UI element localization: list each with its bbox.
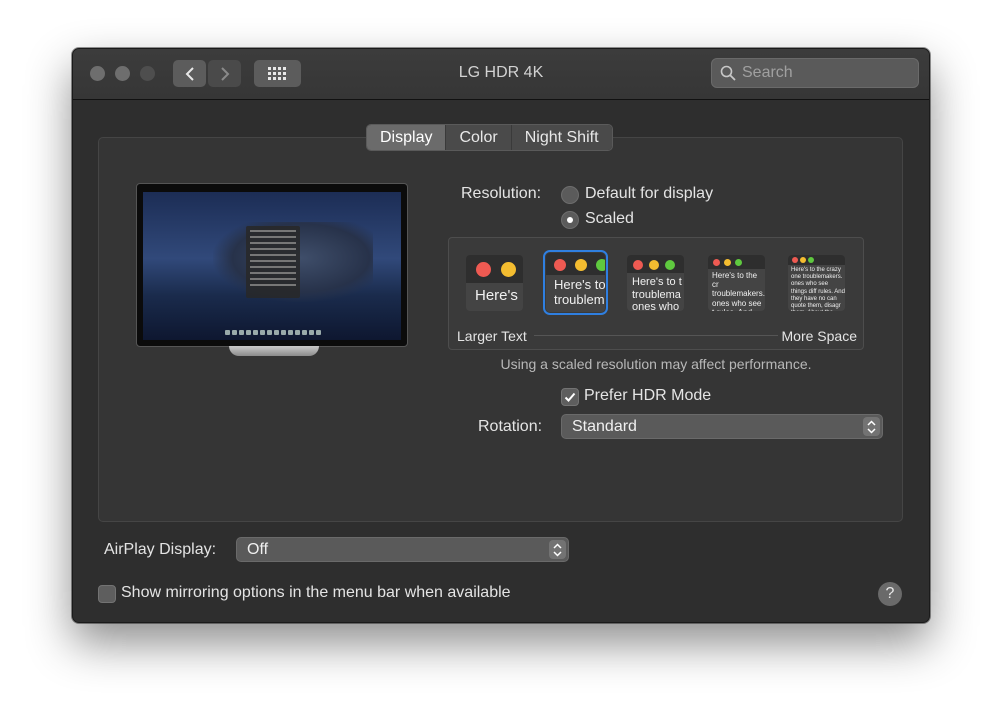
desktop-wallpaper [143,192,401,340]
search-field[interactable] [711,58,919,88]
monitor-preview-image [136,183,408,347]
scale-preview-text: Here's to t troublema ones who [632,276,682,310]
airplay-display-value: Off [247,541,269,558]
show-mirroring-checkbox[interactable] [98,585,116,603]
rotation-label: Rotation: [478,418,543,435]
checkmark-icon [564,392,576,402]
scale-preview-text: Here's to the cr troublemakers. ones who… [712,271,765,311]
airplay-display-label: AirPlay Display: [104,541,217,558]
scale-option-3[interactable]: Here's to t troublema ones who [627,255,684,311]
prefer-hdr-checkbox[interactable] [561,388,579,406]
scale-axis-line [534,335,778,336]
show-mirroring-label[interactable]: Show mirroring options in the menu bar w… [121,584,511,602]
title-bar: LG HDR 4K [73,49,929,100]
updown-arrows-icon [549,540,566,559]
rotation-value: Standard [572,418,637,435]
scale-option-2[interactable]: Here's to troublem [543,250,608,315]
radio-default-for-display[interactable] [561,186,579,204]
resolution-label: Resolution: [461,185,542,202]
more-space-label: More Space [781,328,857,344]
search-icon [720,65,736,81]
tab-color[interactable]: Color [445,125,511,150]
scale-option-4[interactable]: Here's to the cr troublemakers. ones who… [708,255,765,311]
prefer-hdr-label[interactable]: Prefer HDR Mode [584,387,711,405]
monitor-stand [229,346,319,356]
updown-arrows-icon [863,417,880,436]
scale-option-more-space[interactable]: Here's to the crazy one troublemakers. o… [788,255,845,311]
default-for-display-label[interactable]: Default for display [585,185,713,203]
radio-scaled[interactable] [561,211,579,229]
scaled-resolution-picker: Here's Here's to troublem Here's to t tr… [448,237,864,350]
scale-option-larger-text[interactable]: Here's [466,255,523,311]
scaled-label[interactable]: Scaled [585,210,634,228]
rotation-select[interactable]: Standard [561,414,883,439]
airplay-display-select[interactable]: Off [236,537,569,562]
performance-note: Using a scaled resolution may affect per… [500,356,812,372]
tab-display[interactable]: Display [367,125,446,150]
document-window-thumbnail [246,226,300,298]
scale-preview-text: Here's to troublem [554,277,605,307]
larger-text-label: Larger Text [457,328,527,344]
scale-preview-text: Here's to the crazy one troublemakers. o… [791,267,845,311]
help-button[interactable]: ? [878,582,902,606]
system-preferences-window: LG HDR 4K Display Color Night Shift Reso… [72,48,930,623]
search-input[interactable] [740,63,914,83]
dock-thumbnail [213,330,333,336]
scale-preview-text: Here's [475,287,518,304]
tab-night-shift[interactable]: Night Shift [510,125,612,150]
tab-bar: Display Color Night Shift [366,124,613,151]
